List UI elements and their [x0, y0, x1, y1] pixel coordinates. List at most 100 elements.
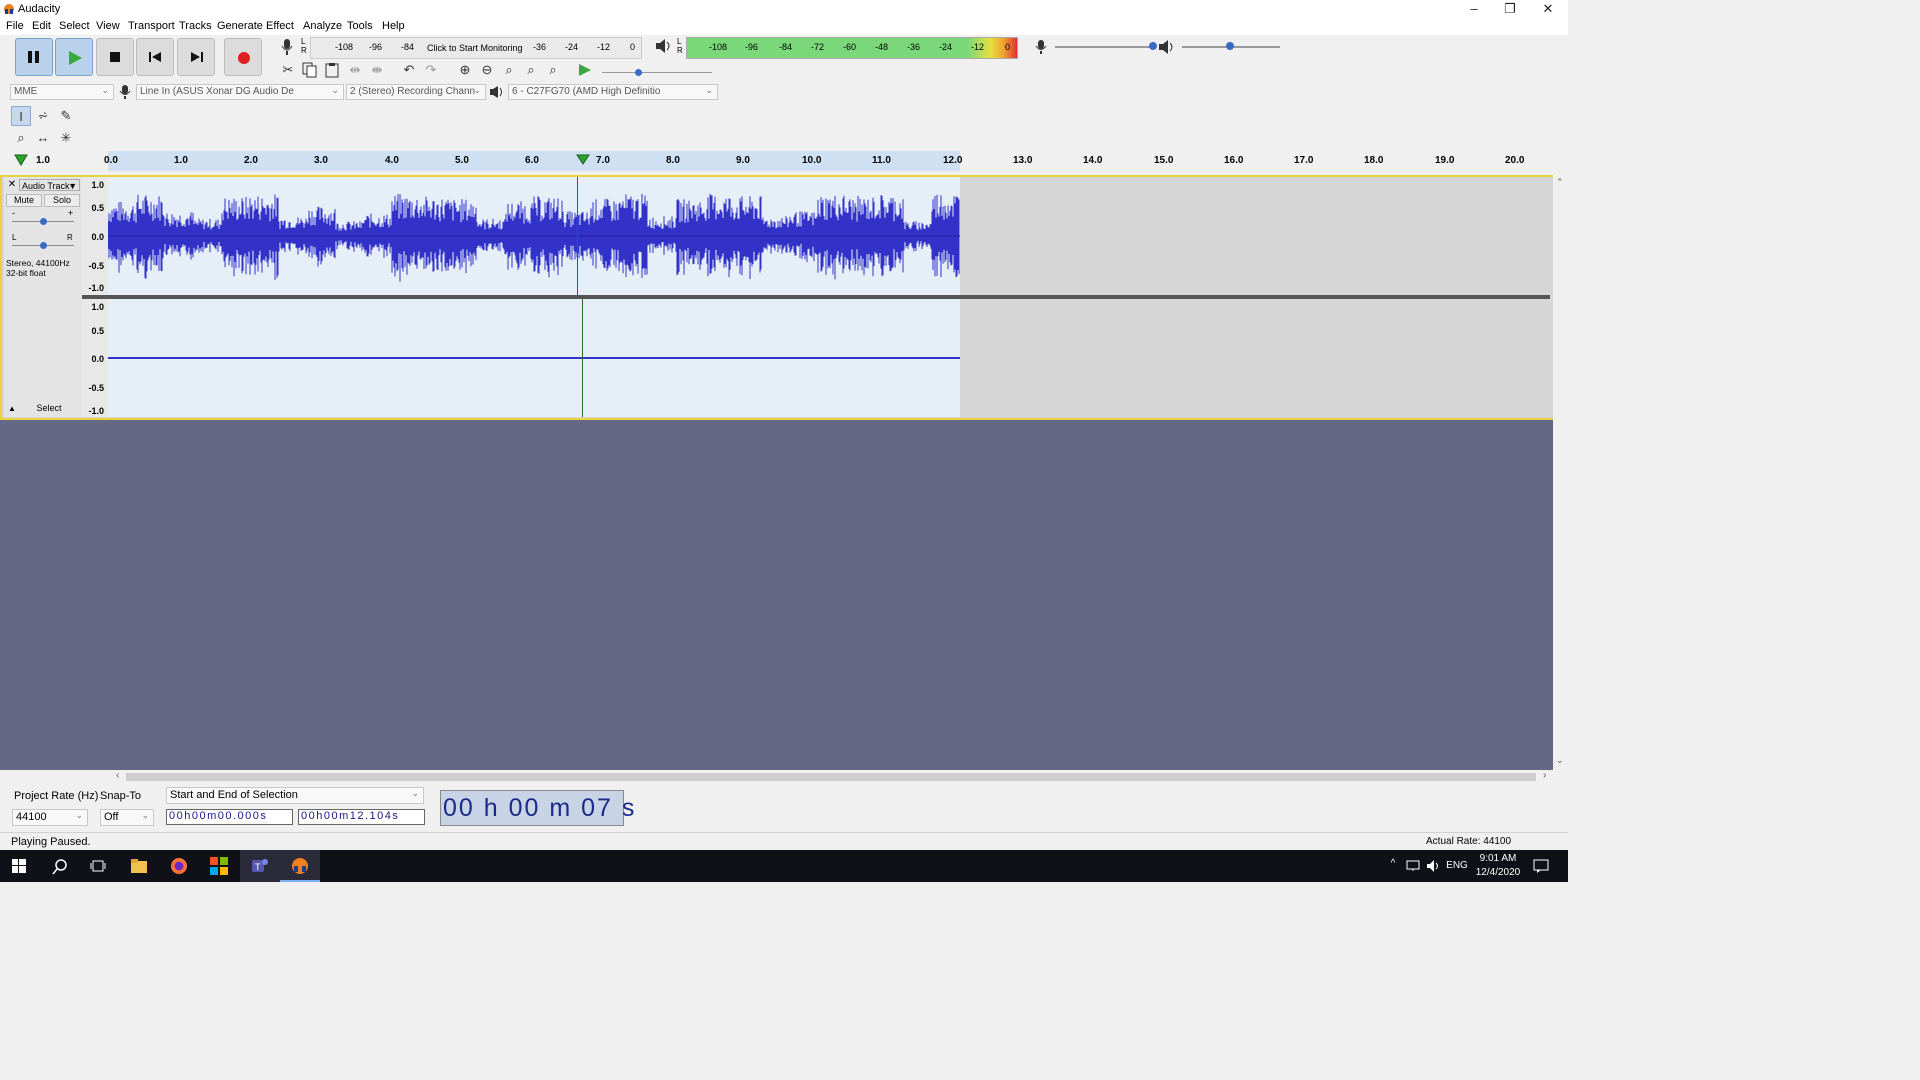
teams-button[interactable]: T	[240, 850, 280, 882]
clock-date[interactable]: 12/4/2020	[1472, 867, 1524, 878]
empty-workspace[interactable]	[0, 420, 1553, 770]
skip-to-start-button[interactable]	[136, 38, 174, 76]
ruler-tick: 20.0	[1505, 155, 1525, 166]
project-rate-select[interactable]: 44100 ⌄	[12, 809, 88, 826]
audio-host-select[interactable]: MME ⌄	[10, 84, 114, 100]
microphone-icon[interactable]	[280, 38, 294, 56]
play-speed-slider[interactable]	[602, 69, 712, 76]
input-device-select[interactable]: Line In (ASUS Xonar DG Audio De ⌄	[136, 84, 344, 100]
track-control-panel[interactable]: ✕ Audio Track ▼ Mute Solo - + L R Stereo,…	[4, 177, 83, 417]
zoom-out-button[interactable]: ⊖	[477, 60, 497, 80]
redo-button[interactable]: ↷	[421, 60, 441, 80]
waveform-right-channel[interactable]	[108, 299, 960, 417]
notifications-icon[interactable]	[1533, 859, 1549, 873]
zoom-toggle-button[interactable]: ⌕	[543, 60, 563, 80]
menu-analyze[interactable]: Analyze	[303, 20, 342, 32]
playback-volume-slider[interactable]	[1182, 42, 1280, 50]
audio-position-display[interactable]: 00 h 00 m 07 s	[440, 790, 634, 826]
menu-transport[interactable]: Transport	[128, 20, 175, 32]
selection-mode-select[interactable]: Start and End of Selection ⌄	[166, 787, 424, 804]
store-app-button[interactable]	[199, 850, 239, 882]
scroll-down-icon[interactable]: ⌄	[1556, 755, 1564, 766]
speaker-icon[interactable]	[655, 38, 673, 54]
zoom-in-button[interactable]: ⊕	[455, 60, 475, 80]
show-hidden-icons-icon[interactable]: ^	[1386, 858, 1400, 869]
envelope-tool-button[interactable]: ⩫	[33, 106, 53, 126]
selection-start-time[interactable]: 00h00m00.000s	[166, 809, 293, 825]
waveform-left-channel[interactable]	[107, 177, 960, 295]
gain-slider[interactable]	[12, 218, 74, 225]
fit-project-button[interactable]: ⌕	[521, 60, 541, 80]
scroll-thumb[interactable]	[126, 773, 1536, 781]
menu-select[interactable]: Select	[59, 20, 90, 32]
scale-label: -1.0	[88, 283, 104, 293]
pan-slider[interactable]	[12, 242, 74, 249]
menu-effect[interactable]: Effect	[266, 20, 294, 32]
close-window-button[interactable]: ✕	[1530, 0, 1566, 18]
slider-thumb[interactable]	[1149, 42, 1157, 50]
paste-button[interactable]	[322, 60, 342, 80]
track-select-button[interactable]: Select	[20, 403, 78, 415]
firefox-button[interactable]	[159, 850, 199, 882]
menu-generate[interactable]: Generate	[217, 20, 263, 32]
selection-end-time[interactable]: 00h00m12.104s	[298, 809, 425, 825]
zoom-tool-button[interactable]: ⌕	[11, 128, 31, 148]
recording-meter[interactable]: -108 -96 -84 Click to Start Monitoring -…	[310, 37, 642, 59]
solo-button[interactable]: Solo	[44, 194, 80, 207]
scroll-left-icon[interactable]: ‹	[116, 770, 119, 781]
recording-volume-slider[interactable]	[1055, 42, 1157, 50]
play-button[interactable]	[55, 38, 93, 76]
menu-view[interactable]: View	[96, 20, 120, 32]
volume-icon[interactable]	[1426, 859, 1440, 873]
menu-tools[interactable]: Tools	[347, 20, 373, 32]
track-name-menu[interactable]: Audio Track ▼	[19, 179, 80, 191]
menu-help[interactable]: Help	[382, 20, 405, 32]
file-explorer-button[interactable]	[119, 850, 159, 882]
selection-tool-button[interactable]: I	[11, 106, 31, 126]
record-button[interactable]	[224, 38, 262, 76]
mute-button[interactable]: Mute	[6, 194, 42, 207]
start-button[interactable]	[0, 850, 40, 882]
slider-thumb[interactable]	[40, 242, 47, 249]
play-at-speed-button[interactable]	[575, 60, 595, 80]
menu-file[interactable]: File	[6, 20, 24, 32]
empty-track-area[interactable]	[960, 177, 1550, 295]
vertical-scrollbar[interactable]: ⌃ ⌄	[1553, 175, 1568, 770]
playhead-marker-icon[interactable]	[576, 154, 590, 165]
pause-button[interactable]	[15, 38, 53, 76]
output-device-select[interactable]: 6 - C27FG70 (AMD High Definitio ⌄	[508, 84, 718, 100]
scroll-up-icon[interactable]: ⌃	[1556, 177, 1564, 188]
draw-tool-button[interactable]: ✎	[56, 106, 76, 126]
time-shift-tool-button[interactable]: ↔	[33, 128, 53, 148]
fit-selection-button[interactable]: ⌕	[499, 60, 519, 80]
playback-meter[interactable]: -108 -96 -84 -72 -60 -48 -36 -24 -12 0	[686, 37, 1018, 59]
cut-button[interactable]: ✂	[278, 60, 298, 80]
trim-button[interactable]: ⇹	[345, 60, 365, 80]
menu-edit[interactable]: Edit	[32, 20, 51, 32]
scroll-right-icon[interactable]: ›	[1543, 770, 1546, 781]
audacity-taskbar-button[interactable]	[280, 850, 320, 882]
language-indicator[interactable]: ENG	[1444, 860, 1470, 871]
menu-tracks[interactable]: Tracks	[179, 20, 212, 32]
slider-thumb[interactable]	[40, 218, 47, 225]
recording-channels-select[interactable]: 2 (Stereo) Recording Chann ⌄	[346, 84, 486, 100]
slider-thumb[interactable]	[1226, 42, 1234, 50]
track-close-button[interactable]: ✕	[6, 179, 18, 191]
minimize-button[interactable]: –	[1456, 0, 1492, 18]
copy-button[interactable]	[300, 60, 320, 80]
collapse-track-button[interactable]: ▲	[6, 404, 18, 415]
stop-button[interactable]	[96, 38, 134, 76]
slider-thumb[interactable]	[635, 69, 642, 76]
silence-button[interactable]: ⇼	[367, 60, 387, 80]
snap-to-select[interactable]: Off ⌄	[100, 809, 154, 826]
task-view-button[interactable]	[78, 850, 118, 882]
clock-time[interactable]: 9:01 AM	[1472, 853, 1524, 864]
search-button[interactable]	[40, 850, 80, 882]
undo-button[interactable]: ↶	[399, 60, 419, 80]
horizontal-scrollbar[interactable]: ‹ ›	[0, 770, 1568, 784]
network-icon[interactable]	[1406, 860, 1420, 872]
empty-track-area[interactable]	[960, 299, 1550, 417]
multi-tool-button[interactable]: ✳	[56, 128, 76, 148]
skip-to-end-button[interactable]	[177, 38, 215, 76]
maximize-button[interactable]: ❐	[1492, 0, 1528, 18]
